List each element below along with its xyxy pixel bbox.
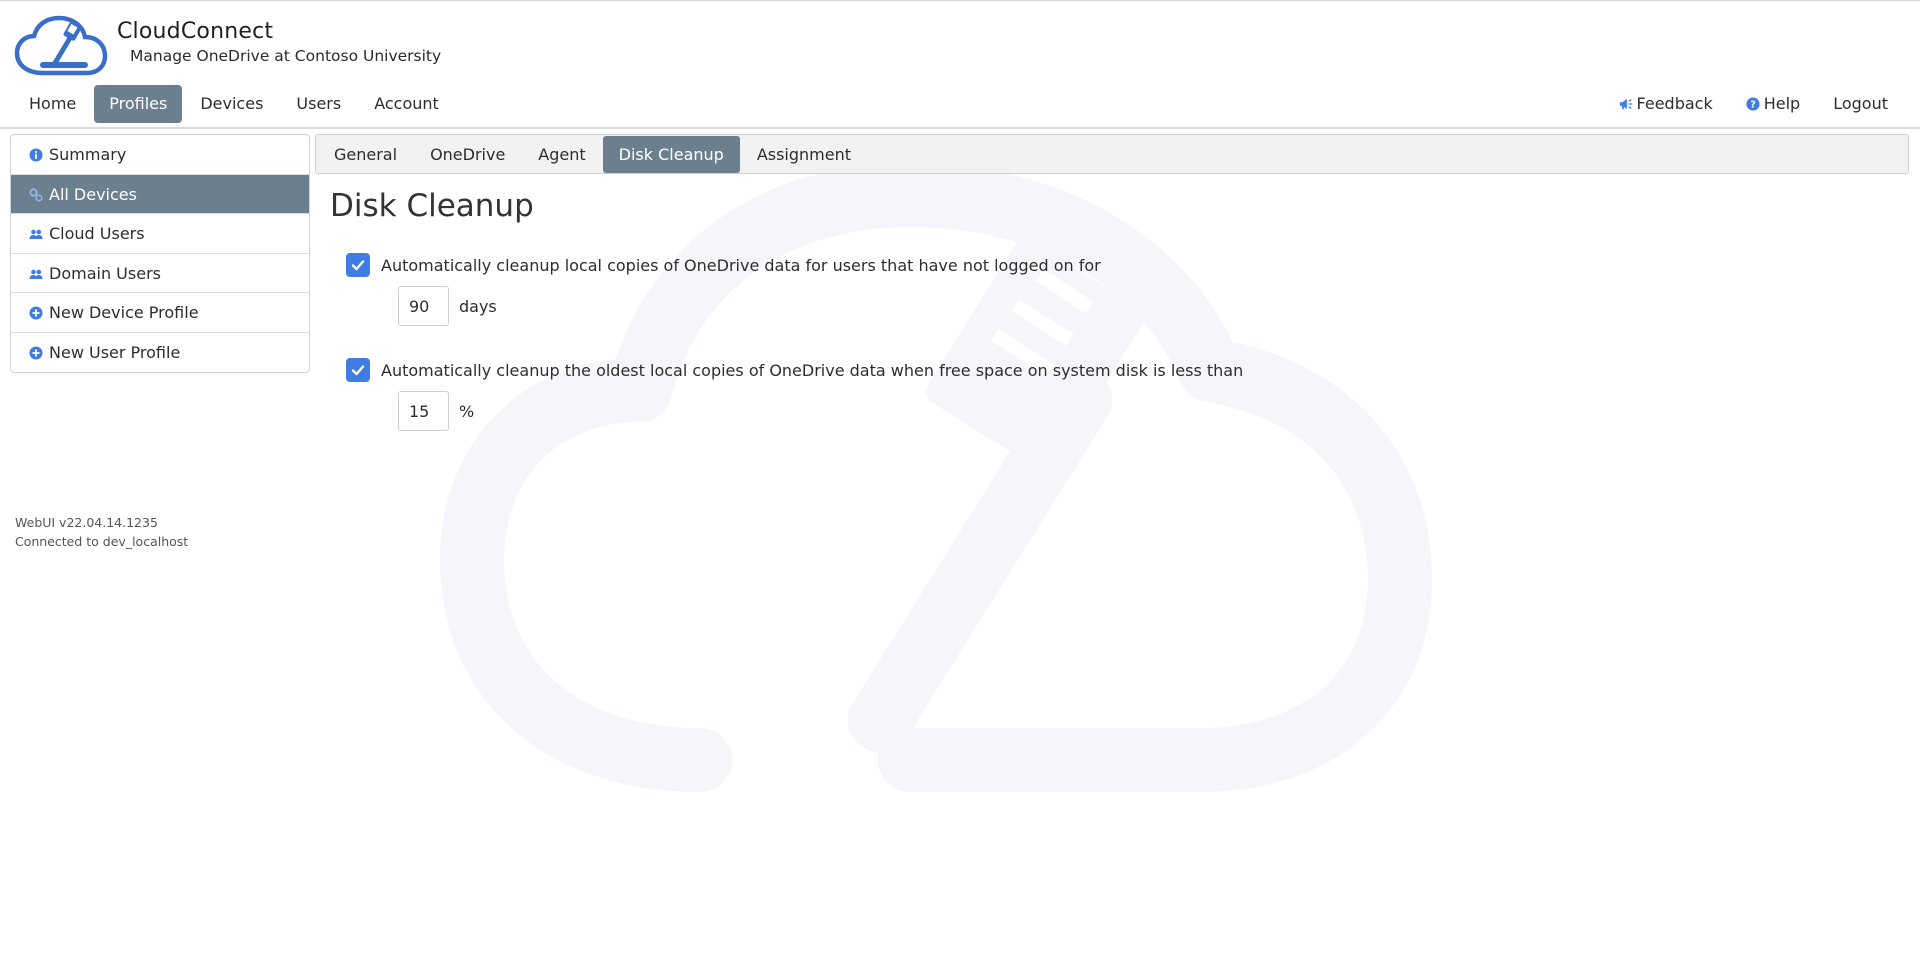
feedback-label: Feedback <box>1636 94 1713 113</box>
help-label: Help <box>1763 94 1801 113</box>
sidebar-item-cloud-users[interactable]: Cloud Users <box>11 214 309 254</box>
checkmark-icon <box>351 365 365 376</box>
sidebar: Summary All Devices Cloud Users Domain U… <box>10 134 310 373</box>
days-unit: days <box>459 296 497 316</box>
inactive-days-input[interactable] <box>398 286 449 326</box>
nav-home[interactable]: Home <box>14 85 91 123</box>
header-divider <box>0 127 1920 129</box>
tab-agent[interactable]: Agent <box>522 136 601 173</box>
nav-profiles[interactable]: Profiles <box>94 85 183 123</box>
sidebar-item-label: New Device Profile <box>49 303 199 322</box>
webui-version: WebUI v22.04.14.1235 <box>15 515 158 530</box>
version-info: WebUI v22.04.14.1235 Connected to dev_lo… <box>15 513 188 551</box>
svg-text:?: ? <box>1750 100 1756 111</box>
sidebar-item-label: Summary <box>49 145 127 164</box>
nav-account[interactable]: Account <box>359 85 454 123</box>
tab-general[interactable]: General <box>318 136 413 173</box>
free-space-row: % <box>398 391 474 431</box>
tab-onedrive[interactable]: OneDrive <box>414 136 521 173</box>
nav-devices[interactable]: Devices <box>185 85 278 123</box>
plus-circle-icon <box>29 346 43 359</box>
sidebar-item-new-device-profile[interactable]: New Device Profile <box>11 293 309 333</box>
profile-tabs: General OneDrive Agent Disk Cleanup Assi… <box>315 134 1909 174</box>
inactive-days-row: days <box>398 286 497 326</box>
free-space-option: Automatically cleanup the oldest local c… <box>346 358 1243 382</box>
cloudconnect-logo[interactable] <box>13 15 112 79</box>
app-subtitle: Manage OneDrive at Contoso University <box>130 47 442 65</box>
main-nav: Home Profiles Devices Users Account <box>14 85 457 123</box>
percent-unit: % <box>459 401 475 421</box>
app-title: CloudConnect <box>117 19 274 44</box>
inactive-users-checkbox[interactable] <box>346 253 370 277</box>
nav-users[interactable]: Users <box>281 85 356 123</box>
sidebar-item-label: New User Profile <box>49 342 181 362</box>
logout-link[interactable]: Logout <box>1818 85 1903 123</box>
tab-assignment[interactable]: Assignment <box>741 136 867 173</box>
sidebar-item-new-user-profile[interactable]: New User Profile <box>11 333 309 373</box>
help-link[interactable]: ? Help <box>1731 85 1815 123</box>
users-icon <box>29 229 43 239</box>
devices-icon <box>29 187 43 202</box>
page-title: Disk Cleanup <box>330 188 534 224</box>
sidebar-item-label: All Devices <box>49 184 137 204</box>
inactive-users-label: Automatically cleanup local copies of On… <box>381 255 1101 275</box>
users-icon <box>29 269 43 279</box>
plus-circle-icon <box>29 306 43 320</box>
sidebar-item-label: Cloud Users <box>49 224 145 243</box>
question-circle-icon: ? <box>1746 97 1760 111</box>
free-space-label: Automatically cleanup the oldest local c… <box>381 360 1244 380</box>
utility-nav: Feedback ? Help Logout <box>1604 85 1906 123</box>
megaphone-icon <box>1619 98 1632 110</box>
app-header: CloudConnect Manage OneDrive at Contoso … <box>0 1 1920 128</box>
free-space-checkbox[interactable] <box>346 358 370 382</box>
checkmark-icon <box>351 260 365 271</box>
free-space-percent-input[interactable] <box>398 391 449 431</box>
sidebar-item-domain-users[interactable]: Domain Users <box>11 254 309 293</box>
tab-disk-cleanup[interactable]: Disk Cleanup <box>602 136 740 173</box>
sidebar-item-summary[interactable]: Summary <box>11 135 309 175</box>
sidebar-item-label: Domain Users <box>49 263 161 283</box>
feedback-link[interactable]: Feedback <box>1604 85 1728 123</box>
info-icon <box>29 148 43 162</box>
inactive-users-option: Automatically cleanup local copies of On… <box>346 253 1101 277</box>
sidebar-item-all-devices[interactable]: All Devices <box>11 174 309 214</box>
connection-status: Connected to dev_localhost <box>15 534 189 549</box>
